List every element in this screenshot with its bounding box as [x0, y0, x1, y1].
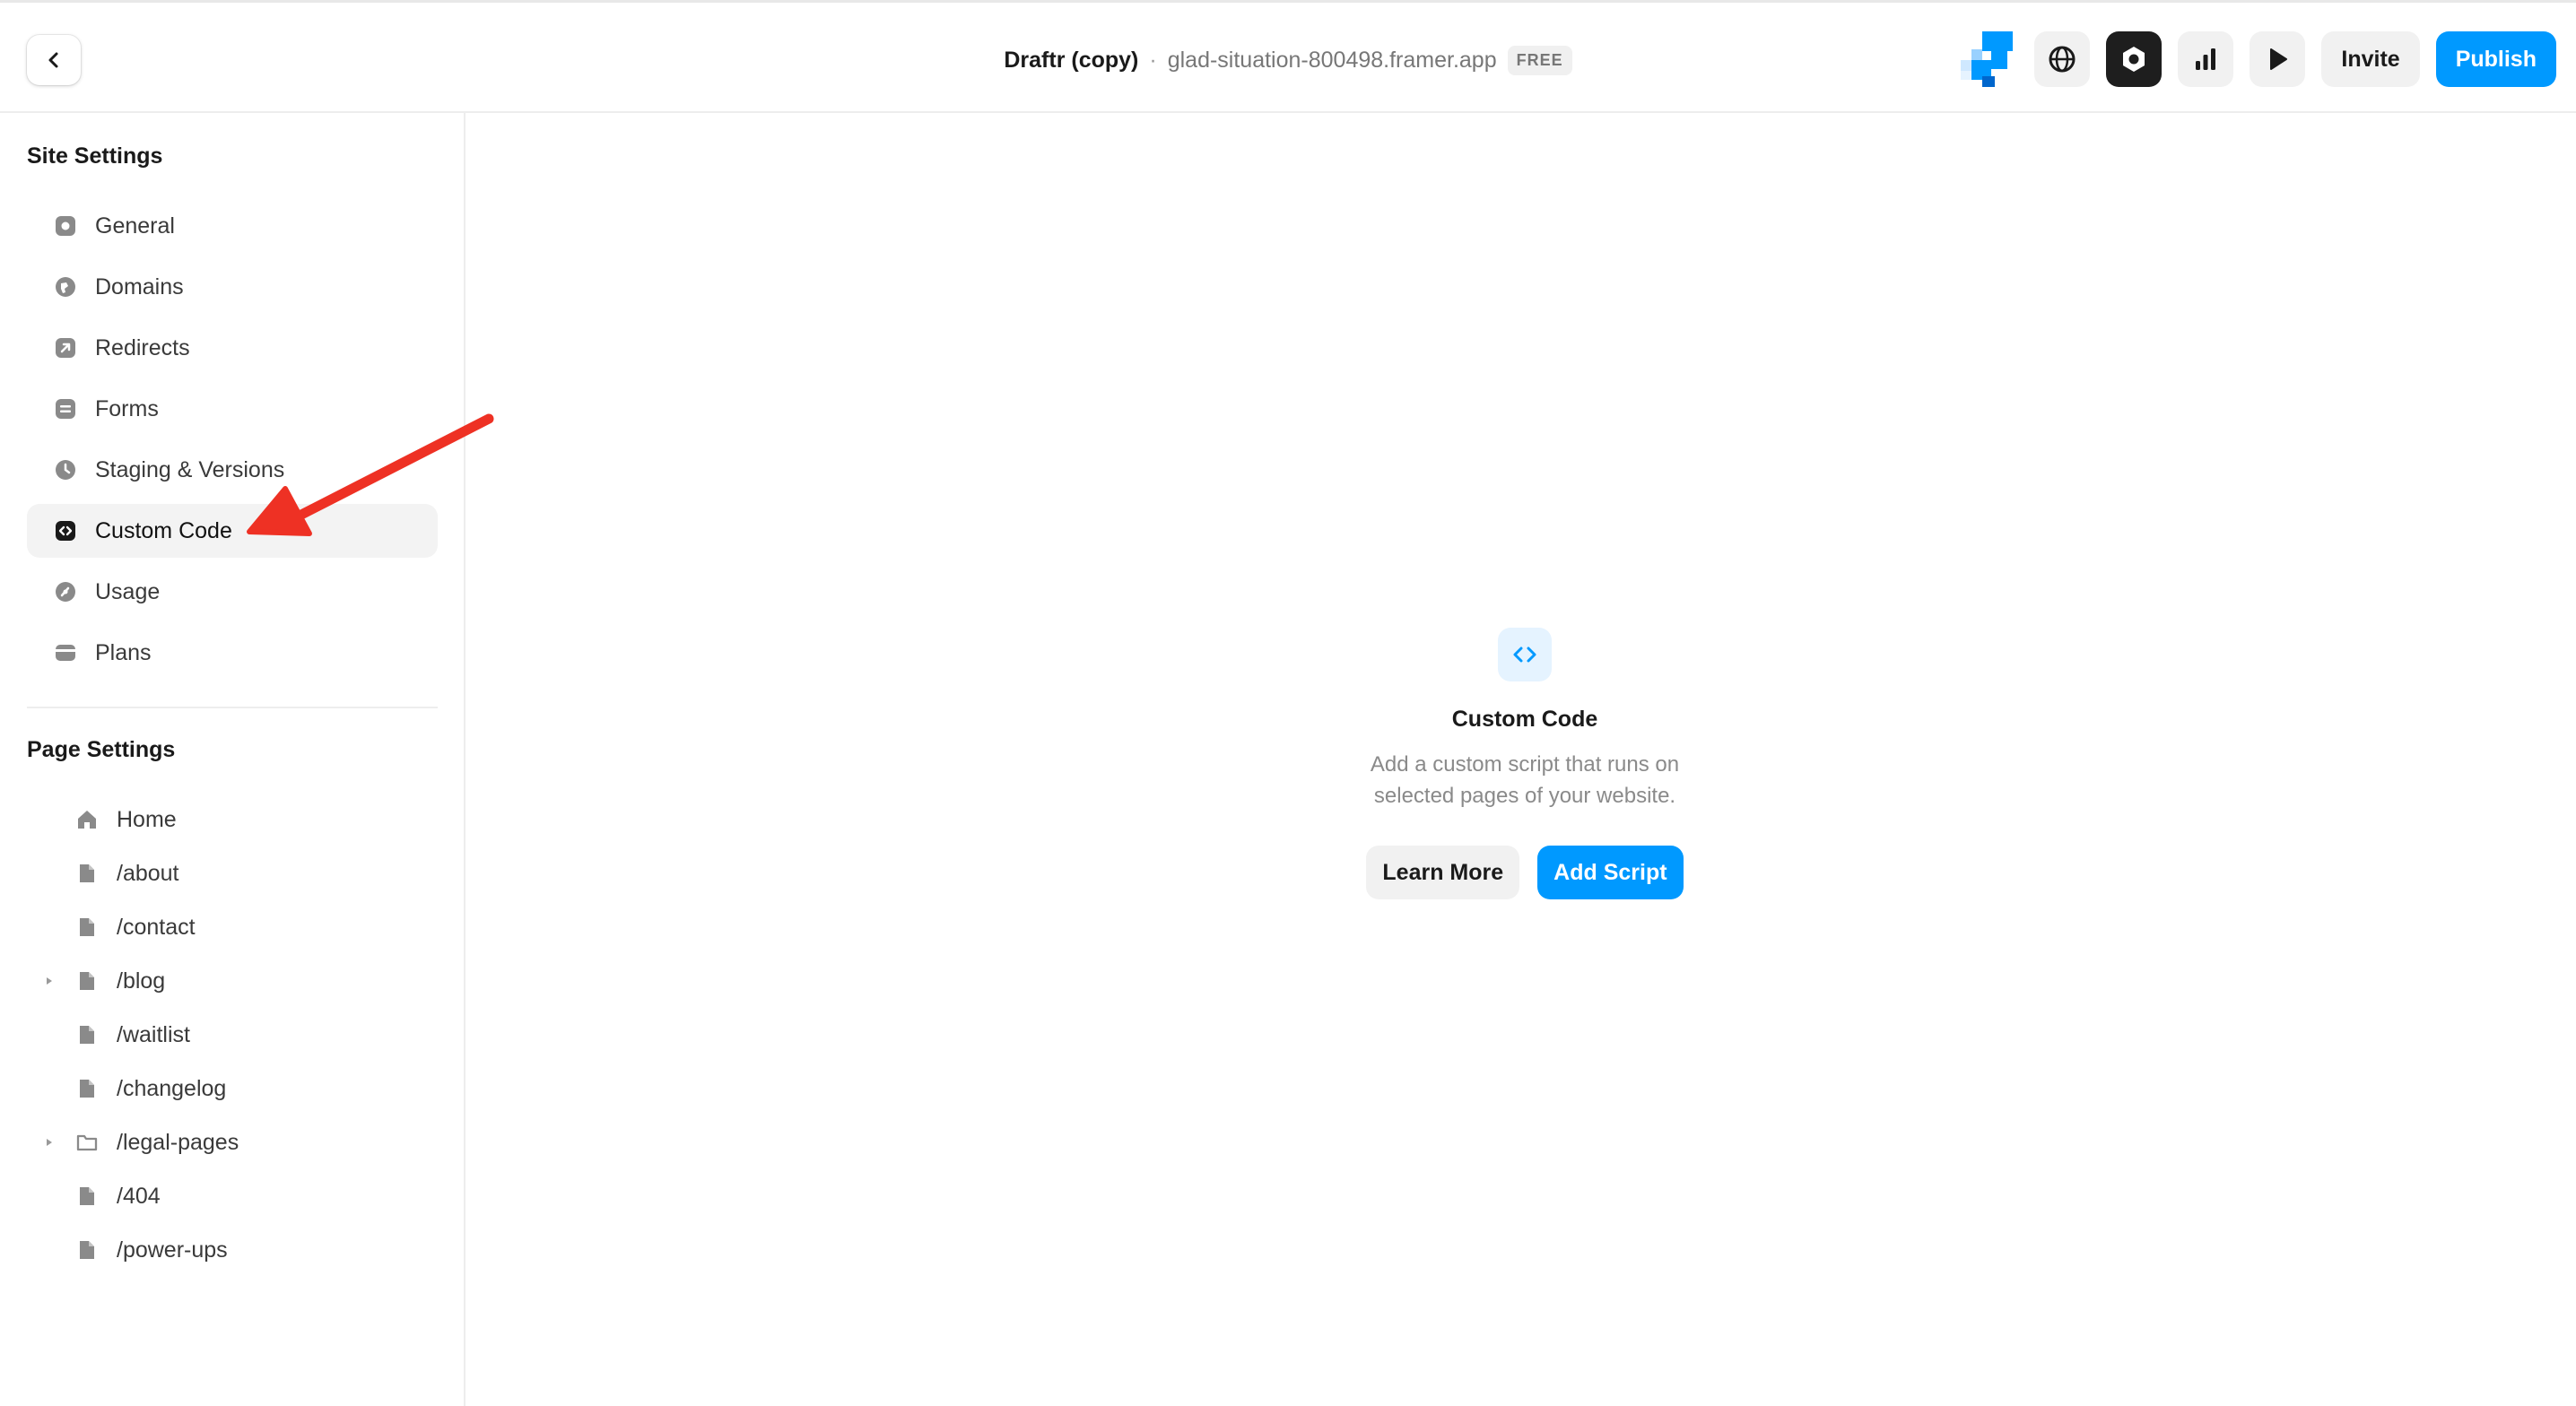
- sidebar-item-domains[interactable]: Domains: [27, 260, 438, 314]
- page-item-contact[interactable]: /contact: [27, 902, 438, 952]
- framer-logo-icon[interactable]: [1955, 30, 2018, 89]
- bar-chart-icon: [2196, 48, 2216, 70]
- folder-icon: [75, 1131, 99, 1154]
- file-icon: [75, 1238, 99, 1262]
- file-icon: [75, 969, 99, 993]
- plan-badge: FREE: [1507, 45, 1572, 75]
- gear-square-icon: [54, 214, 77, 238]
- page-item-label: /blog: [117, 968, 166, 994]
- sidebar-item-label: Redirects: [95, 334, 190, 360]
- settings-sidebar: Site Settings General Domains Redirects: [0, 113, 466, 1406]
- sidebar-item-label: Custom Code: [95, 517, 232, 543]
- gear-icon: [2123, 47, 2145, 72]
- page-item-home[interactable]: Home: [27, 794, 438, 845]
- globe-icon: [2049, 46, 2076, 73]
- home-icon: [75, 808, 99, 831]
- sidebar-item-label: General: [95, 213, 175, 239]
- page-item-label: /waitlist: [117, 1021, 190, 1047]
- page-item-power-ups[interactable]: /power-ups: [27, 1225, 438, 1275]
- settings-button[interactable]: [2106, 31, 2163, 87]
- project-name[interactable]: Draftr (copy): [1004, 48, 1138, 74]
- page-item-about[interactable]: /about: [27, 848, 438, 898]
- sidebar-item-redirects[interactable]: Redirects: [27, 321, 438, 375]
- file-icon: [75, 862, 99, 885]
- page-item-changelog[interactable]: /changelog: [27, 1063, 438, 1114]
- file-icon: [75, 1023, 99, 1046]
- top-actions: Invite Publish: [1955, 31, 2556, 87]
- app-window: Draftr (copy) · glad-situation-800498.fr…: [0, 0, 2576, 1406]
- site-settings-heading: Site Settings: [27, 143, 163, 169]
- form-icon: [54, 397, 77, 421]
- page-item-waitlist[interactable]: /waitlist: [27, 1010, 438, 1060]
- sidebar-item-usage[interactable]: Usage: [27, 565, 438, 619]
- publish-button[interactable]: Publish: [2435, 31, 2556, 87]
- code-icon: [1498, 628, 1552, 681]
- sidebar-item-general[interactable]: General: [27, 199, 438, 253]
- page-settings-heading: Page Settings: [27, 737, 176, 762]
- gauge-icon: [54, 580, 77, 603]
- sidebar-item-staging-versions[interactable]: Staging & Versions: [27, 443, 438, 497]
- learn-more-button[interactable]: Learn More: [1366, 846, 1520, 899]
- project-url[interactable]: glad-situation-800498.framer.app: [1168, 48, 1497, 74]
- page-item-label: /404: [117, 1183, 161, 1209]
- empty-state-description: Add a custom script that runs on selecte…: [1370, 752, 1680, 808]
- page-item-label: /contact: [117, 914, 196, 940]
- page-item-label: /about: [117, 860, 179, 886]
- empty-state-actions: Learn More Add Script: [1366, 846, 1684, 899]
- file-icon: [75, 1077, 99, 1100]
- code-icon: [54, 519, 77, 542]
- clock-icon: [54, 458, 77, 482]
- play-icon: [2270, 48, 2288, 70]
- caret-right-icon[interactable]: [39, 1133, 59, 1152]
- file-icon: [75, 916, 99, 939]
- add-script-button[interactable]: Add Script: [1537, 846, 1684, 899]
- page-item-label: /legal-pages: [117, 1129, 239, 1155]
- page-item-label: /power-ups: [117, 1237, 228, 1263]
- sidebar-item-label: Staging & Versions: [95, 456, 285, 482]
- invite-button[interactable]: Invite: [2321, 31, 2420, 87]
- sidebar-item-label: Domains: [95, 273, 184, 299]
- sidebar-divider: [27, 707, 438, 708]
- sidebar-item-forms[interactable]: Forms: [27, 382, 438, 436]
- globe-button[interactable]: [2034, 31, 2091, 87]
- page-item-legal-pages[interactable]: /legal-pages: [27, 1117, 438, 1167]
- page-item-blog[interactable]: /blog: [27, 956, 438, 1006]
- empty-state-title: Custom Code: [1451, 707, 1598, 732]
- sidebar-item-label: Usage: [95, 578, 161, 604]
- globe-icon: [54, 275, 77, 299]
- page-item-label: /changelog: [117, 1075, 227, 1101]
- redirect-arrow-icon: [54, 336, 77, 360]
- page-item-404[interactable]: /404: [27, 1171, 438, 1221]
- top-bar: Draftr (copy) · glad-situation-800498.fr…: [0, 0, 2576, 113]
- sidebar-item-label: Forms: [95, 395, 159, 421]
- sidebar-item-custom-code[interactable]: Custom Code: [27, 504, 438, 558]
- custom-code-empty-state: Custom Code Add a custom script that run…: [1256, 628, 1794, 899]
- page-item-label: Home: [117, 806, 177, 832]
- caret-right-icon[interactable]: [39, 971, 59, 991]
- title-separator: ·: [1149, 47, 1157, 73]
- sidebar-item-plans[interactable]: Plans: [27, 626, 438, 680]
- analytics-button[interactable]: [2178, 31, 2234, 87]
- preview-button[interactable]: [2250, 31, 2306, 87]
- card-icon: [54, 641, 77, 664]
- file-icon: [75, 1185, 99, 1208]
- sidebar-item-label: Plans: [95, 639, 152, 665]
